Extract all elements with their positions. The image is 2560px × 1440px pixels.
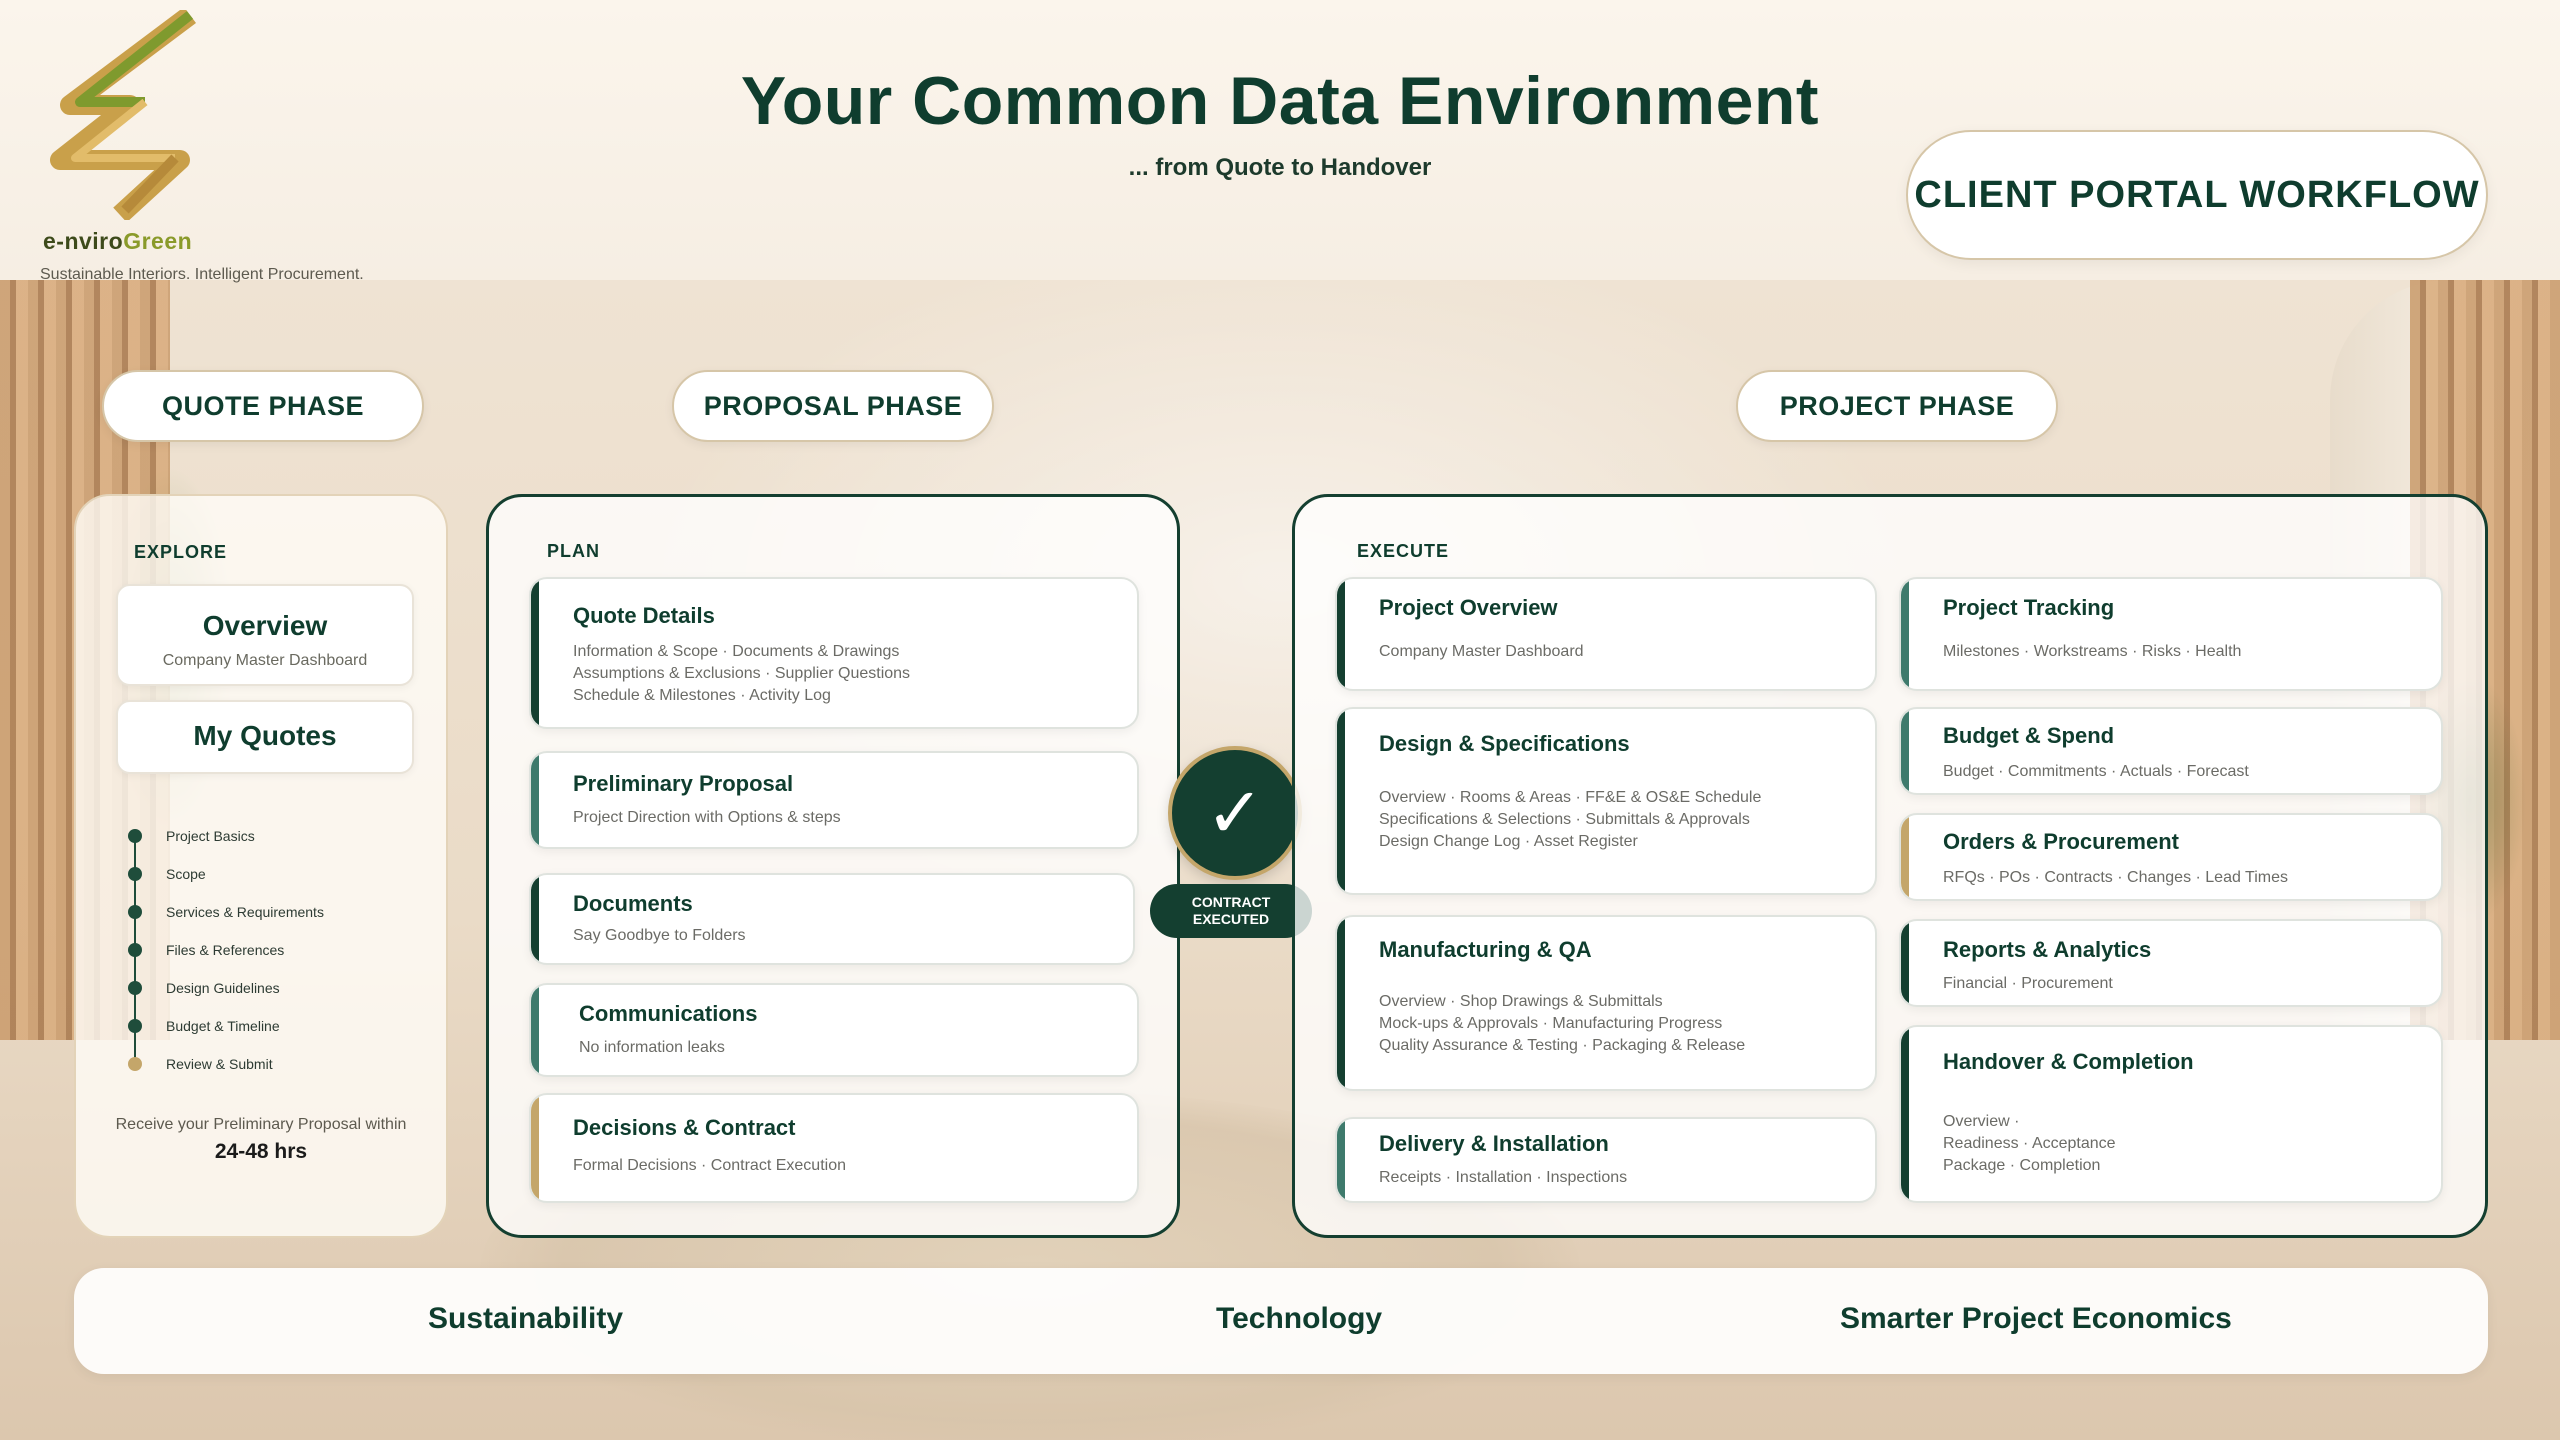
receive-text: Receive your Preliminary Proposal within [115, 1116, 407, 1133]
brand-name: e-nviroGreen [43, 228, 193, 254]
card-title: Manufacturing & QA [1379, 937, 1592, 962]
reports-analytics-card[interactable]: Reports & Analytics Financial · Procurem… [1899, 919, 2443, 1007]
overview-subtitle: Company Master Dashboard [162, 652, 368, 669]
card-title: Decisions & Contract [573, 1115, 796, 1140]
step-dot [128, 1019, 142, 1033]
plan-panel: PLAN Quote Details Information & Scope ·… [486, 494, 1180, 1238]
card-description: Formal Decisions · Contract Execution [573, 1157, 846, 1174]
card-description: Financial · Procurement [1943, 975, 2113, 992]
plan-label: PLAN [547, 541, 600, 561]
card-description: RFQs · POs · Contracts · Changes · Lead … [1943, 869, 2288, 886]
execute-label: EXECUTE [1357, 541, 1450, 561]
card-accent-bar [1901, 921, 1909, 1005]
card-description: Overview · Rooms & Areas · FF&E & OS&E S… [1379, 789, 1762, 850]
step-dot [128, 867, 142, 881]
my-quotes-title: My Quotes [193, 720, 337, 751]
project-phase-pill[interactable]: PROJECT PHASE [1736, 370, 2058, 442]
client-portal-workflow-button[interactable]: CLIENT PORTAL WORKFLOW [1906, 130, 2488, 260]
card-accent-bar [1337, 579, 1345, 689]
card-accent-bar [531, 985, 539, 1075]
card-accent-bar [1337, 709, 1345, 893]
card-title: Project Tracking [1943, 595, 2115, 620]
card-title: Quote Details [573, 603, 715, 628]
card-description: Overview · Readiness · Acceptance Packag… [1943, 1113, 2116, 1174]
card-title: Design & Specifications [1379, 731, 1630, 756]
communications-card[interactable]: Communications No information leaks [529, 983, 1139, 1077]
footer-technology: Technology [1216, 1302, 1383, 1335]
step-services-requirements[interactable]: Services & Requirements [128, 902, 324, 922]
step-dot [128, 905, 142, 919]
card-title: Reports & Analytics [1943, 937, 2152, 962]
card-accent-bar [531, 753, 539, 847]
brand-logo[interactable]: e-nviroGreen Sustainable Interiors. Inte… [40, 10, 370, 283]
orders-procurement-card[interactable]: Orders & Procurement RFQs · POs · Contra… [1899, 813, 2443, 901]
step-dot [128, 943, 142, 957]
card-accent-bar [1901, 709, 1909, 793]
explore-panel: EXPLORE Overview Company Master Dashboar… [74, 494, 448, 1238]
my-quotes-card[interactable]: My Quotes [116, 700, 414, 774]
card-title: Project Overview [1379, 595, 1558, 620]
step-dot [128, 1057, 142, 1071]
card-title: Handover & Completion [1943, 1049, 2194, 1074]
card-accent-bar [531, 875, 539, 963]
decisions-contract-card[interactable]: Decisions & Contract Formal Decisions · … [529, 1093, 1139, 1203]
card-accent-bar [1901, 1027, 1909, 1201]
card-description: Project Direction with Options & steps [573, 809, 841, 826]
step-dot [128, 981, 142, 995]
card-description: Budget · Commitments · Actuals · Forecas… [1943, 763, 2249, 780]
overview-title: Overview [202, 610, 328, 641]
card-description: Say Goodbye to Folders [573, 927, 746, 944]
project-tracking-card[interactable]: Project Tracking Milestones · Workstream… [1899, 577, 2443, 691]
card-title: Budget & Spend [1943, 723, 2115, 748]
card-accent-bar [531, 579, 539, 727]
card-accent-bar [1901, 815, 1909, 899]
card-title: Documents [573, 891, 693, 916]
quote-details-card[interactable]: Quote Details Information & Scope · Docu… [529, 577, 1139, 729]
proposal-phase-pill[interactable]: PROPOSAL PHASE [672, 370, 994, 442]
brand-tagline: Sustainable Interiors. Intelligent Procu… [40, 266, 364, 283]
handover-completion-card[interactable]: Handover & Completion Overview · Readine… [1899, 1025, 2443, 1203]
card-description: Company Master Dashboard [1379, 643, 1584, 660]
card-description: Milestones · Workstreams · Risks · Healt… [1943, 643, 2242, 660]
footer-sustainability: Sustainability [428, 1302, 624, 1335]
design-specifications-card[interactable]: Design & Specifications Overview · Rooms… [1335, 707, 1877, 895]
manufacturing-qa-card[interactable]: Manufacturing & QA Overview · Shop Drawi… [1335, 915, 1877, 1091]
card-accent-bar [531, 1095, 539, 1201]
card-description: Receipts · Installation · Inspections [1379, 1169, 1628, 1186]
delivery-installation-card[interactable]: Delivery & Installation Receipts · Insta… [1335, 1117, 1877, 1203]
preliminary-proposal-card[interactable]: Preliminary Proposal Project Direction w… [529, 751, 1139, 849]
card-title: Delivery & Installation [1379, 1131, 1609, 1156]
card-accent-bar [1337, 1119, 1345, 1201]
step-scope[interactable]: Scope [128, 864, 206, 884]
checkmark-icon: ✓ [1168, 746, 1302, 880]
execute-panel: EXECUTE Project Overview Company Master … [1292, 494, 2488, 1238]
step-design-guidelines[interactable]: Design Guidelines [128, 978, 280, 998]
step-dot [128, 829, 142, 843]
card-title: Preliminary Proposal [573, 771, 794, 796]
step-review-submit[interactable]: Review & Submit [128, 1054, 273, 1074]
card-accent-bar [1901, 579, 1909, 689]
overview-card[interactable]: Overview Company Master Dashboard [116, 584, 414, 686]
footer-smarter-project-economics: Smarter Project Economics [1840, 1302, 2232, 1335]
step-project-basics[interactable]: Project Basics [128, 826, 255, 846]
card-description: Overview · Shop Drawings & Submittals Mo… [1379, 993, 1746, 1054]
receive-hours: 24-48 hrs [214, 1140, 308, 1163]
documents-card[interactable]: Documents Say Goodbye to Folders [529, 873, 1135, 965]
quote-phase-pill[interactable]: QUOTE PHASE [102, 370, 424, 442]
footer-bar: Sustainability Technology Smarter Projec… [74, 1268, 2488, 1374]
project-overview-card[interactable]: Project Overview Company Master Dashboar… [1335, 577, 1877, 691]
page-title: Your Common Data Environment [740, 63, 1820, 139]
step-files-references[interactable]: Files & References [128, 940, 284, 960]
budget-spend-card[interactable]: Budget & Spend Budget · Commitments · Ac… [1899, 707, 2443, 795]
card-accent-bar [1337, 917, 1345, 1089]
card-title: Communications [579, 1001, 758, 1026]
card-description: Information & Scope · Documents & Drawin… [573, 643, 911, 704]
explore-label: EXPLORE [134, 542, 228, 562]
contract-executed-badge: CONTRACT EXECUTED [1150, 884, 1312, 938]
card-title: Orders & Procurement [1943, 829, 2179, 854]
card-description: No information leaks [579, 1039, 725, 1056]
step-budget-timeline[interactable]: Budget & Timeline [128, 1016, 280, 1036]
